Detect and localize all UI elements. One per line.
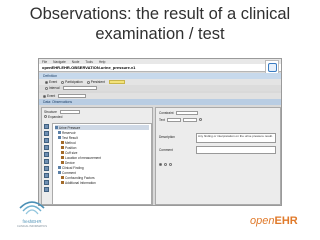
menu-item[interactable]: Node (72, 60, 80, 64)
properties-icon[interactable] (44, 180, 49, 185)
option-radio[interactable]: Event (45, 80, 57, 84)
description-label: Description (159, 134, 175, 139)
expand-checkbox[interactable]: Expanded (44, 115, 62, 119)
comment-label: Comment (159, 147, 173, 152)
freshehr-logo: freshEHR CLINICAL INFORMATICS (16, 196, 48, 230)
option-radio[interactable]: Participation (61, 80, 83, 84)
type-select[interactable] (166, 117, 181, 122)
paste-node-icon[interactable] (44, 173, 49, 178)
expand-all-icon[interactable] (44, 187, 49, 192)
node-details-panel: Constraint Text Description Any finding … (155, 107, 281, 205)
app-logo-icon (265, 60, 279, 74)
option-radio[interactable] (159, 163, 162, 166)
event-field[interactable] (58, 94, 87, 98)
options-radio-row (159, 162, 172, 167)
delete-node-icon[interactable] (44, 159, 49, 164)
option-radio[interactable] (169, 163, 172, 166)
structure-panel: Structure Expanded Urine Pressure Reserv… (41, 107, 153, 205)
element-icon (61, 161, 64, 164)
element-icon (61, 156, 64, 159)
constraint-label: Constraint (159, 110, 174, 115)
menu-item[interactable]: File (42, 60, 47, 64)
slide-title: Observations: the result of a clinical e… (0, 4, 320, 44)
menu-item[interactable]: Help (99, 60, 106, 64)
type-label: Text (159, 117, 165, 122)
comment-field[interactable] (196, 146, 276, 154)
folder-icon (55, 126, 58, 129)
event-radio[interactable]: Event (43, 94, 55, 98)
archetype-path-bar: openEHR-EHR-OBSERVATION.urine_pressure.v… (39, 64, 281, 72)
move-down-icon[interactable] (44, 152, 49, 157)
freshehr-logo-icon (19, 201, 45, 215)
type-select-2[interactable] (182, 117, 197, 122)
interval-row: Interval (39, 85, 281, 91)
openehr-logo-open: open (250, 215, 275, 227)
node-icon (58, 166, 61, 169)
tree-toolbar (43, 124, 50, 204)
definition-tree: Urine Pressure Reservoir Test Result Met… (52, 123, 152, 205)
element-icon (61, 141, 64, 144)
description-row: Description (159, 134, 175, 139)
menu-item[interactable]: Tools (85, 60, 92, 64)
freshehr-logo-subtitle: CLINICAL INFORMATICS (17, 224, 47, 228)
move-up-icon[interactable] (44, 145, 49, 150)
highlight-field[interactable] (108, 80, 125, 84)
slide-title-line-1: Observations: the result of a clinical (29, 5, 291, 23)
openehr-logo-ehr: EHR (274, 215, 298, 227)
constraint-row: Constraint (159, 110, 198, 115)
copy-node-icon[interactable] (44, 166, 49, 171)
option-radio[interactable]: Persistent (86, 80, 105, 84)
element-icon (61, 176, 64, 179)
element-icon (61, 146, 64, 149)
openehr-logo: open EHR (250, 214, 312, 228)
tree-item[interactable]: Additional Information (55, 180, 149, 185)
add-element-icon[interactable] (44, 131, 49, 136)
slide-title-line-2: examination / test (95, 25, 225, 43)
structure-controls: Structure Expanded (44, 109, 152, 121)
tab-definition[interactable]: Definition (43, 74, 57, 78)
add-cluster-icon[interactable] (44, 138, 49, 143)
node-icon (58, 171, 61, 174)
option-radio[interactable] (164, 163, 167, 166)
comment-row: Comment (159, 147, 173, 152)
description-field[interactable]: Any finding or interpretation on the uri… (196, 133, 276, 143)
attribute-bar-label: Data: Observations (43, 100, 73, 104)
node-icon (58, 131, 61, 134)
element-icon (61, 181, 64, 184)
node-icon (58, 136, 61, 139)
type-row: Text (159, 117, 202, 122)
element-icon (61, 151, 64, 154)
interval-field[interactable] (63, 86, 98, 90)
archetype-id: openEHR-EHR-OBSERVATION.urine_pressure.v… (42, 65, 136, 70)
freshehr-logo-text: freshEHR (22, 219, 42, 224)
constraint-select[interactable] (175, 110, 198, 115)
type-checkbox[interactable] (198, 118, 202, 121)
attribute-bar[interactable]: Data: Observations (39, 99, 281, 105)
archetype-editor-screenshot: File Navigate Node Tools Help openEHR-EH… (38, 58, 282, 206)
interval-radio[interactable]: Interval (45, 86, 59, 90)
menu-item[interactable]: Navigate (53, 60, 66, 64)
add-node-icon[interactable] (44, 124, 49, 129)
structure-select[interactable] (59, 109, 80, 114)
structure-label: Structure (44, 109, 57, 114)
